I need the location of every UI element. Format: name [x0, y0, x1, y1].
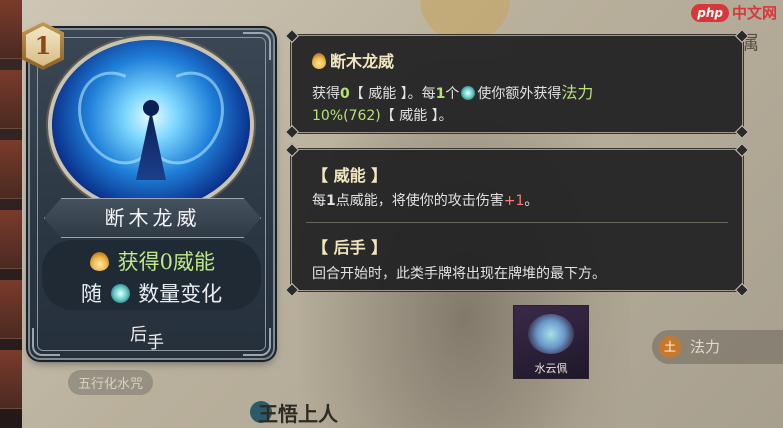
- keyword-value: 1: [326, 193, 336, 209]
- keyword-text: 。: [524, 193, 539, 209]
- keyword-desc-late: 回合开始时，此类手牌将出现在牌堆的最下方。: [312, 266, 606, 282]
- panel-divider: [306, 222, 728, 223]
- tooltip-line-2: 10%(762)【 威能 】。: [312, 105, 453, 125]
- card-description: 获得0威能 随 数量变化: [42, 240, 261, 310]
- left-deck-strip: [0, 0, 22, 428]
- tooltip-line-1: 获得0【 威能 】。每1个 使你额外获得法力: [312, 79, 593, 103]
- spell-tag[interactable]: 五行化水咒: [68, 370, 154, 395]
- tooltip-text: 【 威能 】。: [380, 108, 453, 124]
- card-keyword-tag: 后手: [130, 320, 164, 353]
- tooltip-value: 0: [340, 86, 350, 102]
- hero-name: 王悟上人: [258, 402, 338, 426]
- panel-corner-ornament: [284, 28, 300, 44]
- panel-corner-ornament: [284, 282, 300, 298]
- tooltip-title: 断木龙威: [330, 52, 395, 71]
- keyword-desc-power: 每1点威能，将使你的攻击伤害+1。: [312, 190, 538, 210]
- skill-card[interactable]: 1 断木龙威 获得0威能 随 数量变化 后手: [22, 22, 273, 358]
- card-desc-line-1: 获得0威能: [42, 246, 261, 276]
- tooltip-value: 1: [435, 86, 446, 102]
- card-artwork: [52, 40, 250, 210]
- keyword-value: +1: [503, 193, 525, 209]
- deck-tile[interactable]: [0, 350, 22, 409]
- card-corner-ornament: [32, 328, 60, 356]
- card-tag-sub: 手: [147, 333, 164, 353]
- panel-corner-ornament: [734, 124, 750, 140]
- card-title-banner: 断木龙威: [44, 198, 261, 238]
- site-watermark: php 中文网: [691, 2, 777, 24]
- tooltip-text: 获得: [312, 86, 340, 102]
- deck-tile[interactable]: [0, 140, 22, 199]
- card-corner-ornament: [243, 328, 271, 356]
- water-drop-icon: [110, 284, 130, 303]
- watermark-logo: php: [691, 3, 729, 22]
- earth-element-icon: 土: [659, 336, 681, 358]
- keyword-text: 每: [312, 193, 326, 209]
- deck-tile[interactable]: [0, 280, 22, 339]
- tooltip-main-panel: 断木龙威 获得0【 威能 】。每1个 使你额外获得法力 10%(762)【 威能 …: [284, 28, 750, 140]
- equipment-item-label: 水云佩: [534, 362, 568, 375]
- tooltip-value: 法力: [561, 83, 594, 102]
- deck-tile[interactable]: [0, 70, 22, 129]
- panel-corner-ornament: [734, 142, 750, 158]
- card-desc-line2-post: 数量变化: [138, 282, 223, 306]
- tooltip-text: 使你额外获得: [477, 86, 562, 102]
- equipment-item[interactable]: 水云佩: [513, 305, 589, 379]
- card-desc-line-2: 随 数量变化: [42, 278, 261, 308]
- water-drop-icon: [461, 86, 476, 100]
- mana-chip[interactable]: 土 法力: [652, 330, 783, 364]
- background-character-hat: [420, 0, 510, 40]
- keyword-heading-late: 【 后手 】: [312, 238, 388, 257]
- card-desc-line2-pre: 随: [80, 282, 102, 306]
- card-corner-ornament: [243, 32, 271, 60]
- card-desc-line1-text: 获得0威能: [117, 250, 216, 274]
- tooltip-value: 10%(762): [312, 108, 381, 124]
- keyword-heading-power: 【 威能 】: [312, 166, 388, 185]
- jade-pendant-icon: [528, 314, 574, 354]
- cost-value: 1: [26, 26, 60, 66]
- card-tag-main: 后: [130, 325, 147, 345]
- tooltip-text: 个: [445, 86, 460, 102]
- flame-icon: [312, 53, 326, 69]
- panel-corner-ornament: [284, 124, 300, 140]
- keyword-text: 点威能，将使你的攻击伤害: [335, 193, 504, 209]
- watermark-text: 中文网: [731, 4, 777, 22]
- tooltip-text: 【 威能 】。每: [349, 86, 436, 102]
- deck-tile[interactable]: [0, 210, 22, 269]
- card-title: 断木龙威: [104, 206, 201, 230]
- tooltip-title-row: 断木龙威: [312, 48, 394, 72]
- tooltip-keyword-panel: 【 威能 】 每1点威能，将使你的攻击伤害+1。 【 后手 】 回合开始时，此类…: [284, 142, 750, 298]
- flame-icon: [89, 252, 109, 271]
- deck-tile[interactable]: [0, 0, 22, 59]
- panel-corner-ornament: [734, 282, 750, 298]
- mana-chip-label: 法力: [690, 338, 721, 356]
- panel-corner-ornament: [284, 142, 300, 158]
